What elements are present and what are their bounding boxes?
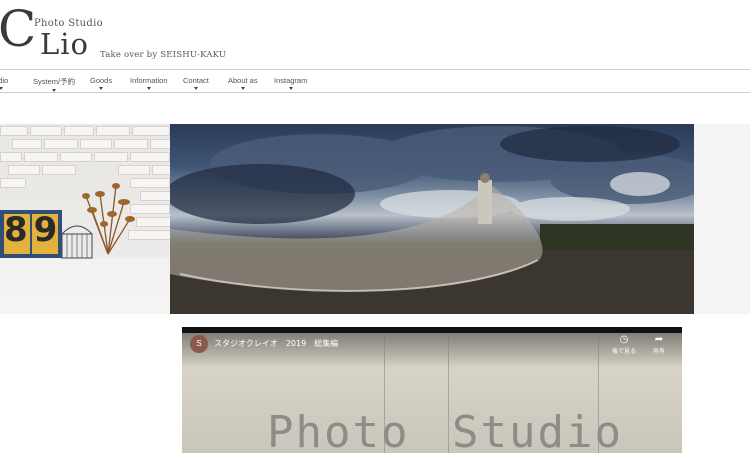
main-nav: udio System/予約 Goods Information Contact… <box>0 69 750 93</box>
site-logo[interactable]: C Photo Studio Lio Take over by SEISHU-K… <box>0 4 260 61</box>
nav-item-instagram[interactable]: Instagram <box>274 76 307 90</box>
channel-avatar[interactable]: S <box>190 335 208 353</box>
video-title[interactable]: スタジオクレイオ 2019 総集編 <box>214 338 338 349</box>
caret-down-icon <box>288 87 293 90</box>
hero-banner: 89 <box>0 124 750 314</box>
caret-down-icon <box>193 87 198 90</box>
watch-later-label: 後で見る <box>611 349 636 355</box>
share-label: 共有 <box>652 349 665 355</box>
nav-item-label: About as <box>228 76 258 85</box>
hero-studio-image: 89 <box>0 124 172 314</box>
nav-item-label: Goods <box>90 76 113 85</box>
clock-icon: ◷ <box>619 334 629 345</box>
caret-down-icon <box>240 87 245 90</box>
nav-item-studio[interactable]: udio <box>0 76 8 90</box>
share-button[interactable]: ➦ 共有 <box>644 334 674 355</box>
logo-lio: Lio <box>40 27 89 61</box>
logo-letter-c: C <box>0 0 37 58</box>
logo-tagline: Take over by SEISHU-KAKU <box>100 50 227 60</box>
nav-item-system[interactable]: System/予約 <box>33 76 75 92</box>
nav-item-label: System/予約 <box>33 77 76 86</box>
caret-down-icon <box>146 87 151 90</box>
watch-later-button[interactable]: ◷ 後で見る <box>609 334 639 355</box>
video-player[interactable]: S スタジオクレイオ 2019 総集編 ◷ 後で見る ➦ 共有 Photo St… <box>182 327 682 453</box>
caret-down-icon <box>52 89 57 92</box>
video-overlay-studio: Studio <box>452 407 623 453</box>
hero-next-slide <box>694 124 750 314</box>
nav-item-contact[interactable]: Contact <box>183 76 209 90</box>
nav-item-about[interactable]: About as <box>228 76 258 90</box>
nav-item-label: Instagram <box>274 76 308 85</box>
wedding-photo-illustration <box>170 126 694 314</box>
nav-item-information[interactable]: Information <box>130 76 168 90</box>
nav-item-label: Information <box>130 76 168 85</box>
nav-item-label: udio <box>0 76 9 85</box>
caret-down-icon <box>99 87 104 90</box>
hero-wedding-photo <box>170 124 694 314</box>
lantern-icon <box>61 225 93 259</box>
share-icon: ➦ <box>654 334 664 345</box>
nav-item-goods[interactable]: Goods <box>90 76 112 90</box>
nav-item-label: Contact <box>183 76 209 85</box>
video-overlay-photo: Photo <box>267 407 410 453</box>
window-frame-line <box>448 333 449 453</box>
number-sign-text: 89 <box>4 210 64 250</box>
caret-down-icon <box>0 87 4 90</box>
